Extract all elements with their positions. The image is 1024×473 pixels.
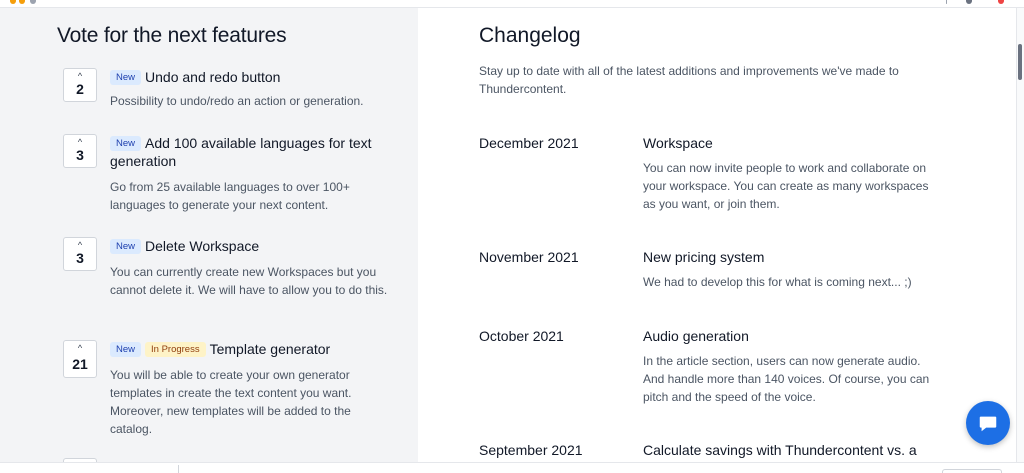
entry-date: October 2021 [479, 328, 564, 344]
new-badge: New [110, 136, 142, 151]
new-badge: New [110, 70, 142, 85]
tab-indicator [19, 0, 25, 4]
window-control [966, 0, 972, 4]
new-badge: New [110, 239, 142, 254]
entry-date: September 2021 [479, 442, 583, 458]
chevron-up-icon: ^ [77, 71, 83, 81]
entry-date: November 2021 [479, 249, 579, 265]
chevron-up-icon: ^ [77, 343, 83, 353]
upvote-button[interactable]: ^ 2 [63, 68, 97, 102]
new-badge: New [110, 342, 142, 357]
upvote-button[interactable]: ^ 3 [63, 134, 97, 168]
vote-count: 21 [72, 356, 88, 372]
feature-item: ^ 21 New In Progress Template generator Yo… [63, 340, 393, 438]
entry-title: Workspace [643, 135, 713, 151]
chat-launcher-button[interactable] [966, 401, 1010, 445]
entry-title: Audio generation [643, 328, 749, 344]
entry-date: December 2021 [479, 135, 579, 151]
entry-description: You can now invite people to work and co… [643, 161, 929, 211]
entry-description: We had to develop this for what is comin… [643, 275, 912, 289]
feature-title-row: New Undo and redo button [110, 68, 393, 86]
chat-bubble-icon [979, 416, 997, 432]
feature-title-row: New Delete Workspace [110, 237, 393, 255]
feature-description: Go from 25 available languages to over 1… [110, 180, 350, 212]
tab-indicator [10, 0, 16, 4]
scrollbar-thumb[interactable] [1018, 44, 1022, 80]
bottom-widget-partial [942, 469, 1002, 473]
feature-title-row: New In Progress Template generator [110, 340, 393, 358]
window-control [946, 0, 947, 4]
feature-item: ^ 2 New Undo and redo button Possibility … [63, 68, 393, 110]
upvote-button[interactable]: ^ 21 [63, 340, 97, 378]
changelog-intro: Stay up to date with all of the latest a… [479, 64, 899, 96]
divider [178, 465, 179, 473]
browser-top-strip [0, 0, 1024, 8]
feature-description: You will be able to create your own gene… [110, 368, 352, 436]
feature-title: Template generator [209, 341, 331, 357]
entry-title: New pricing system [643, 249, 765, 265]
vote-count: 3 [76, 250, 84, 266]
in-progress-badge: In Progress [145, 342, 206, 357]
feature-item: ^ 3 New Delete Workspace You can currentl… [63, 237, 393, 299]
feature-description: Possibility to undo/redo an action or ge… [110, 94, 364, 108]
feature-title: Delete Workspace [145, 238, 260, 254]
changelog-panel: Changelog Stay up to date with all of th… [418, 8, 1016, 462]
feature-description: You can currently create new Workspaces … [110, 265, 388, 297]
chevron-up-icon: ^ [77, 137, 83, 147]
feature-title-row: New Add 100 available languages for text … [110, 134, 393, 170]
feature-item: ^ 3 New Add 100 available languages for t… [63, 134, 393, 214]
feature-title: Add 100 available languages for text gen… [110, 135, 372, 169]
upvote-button[interactable]: ^ 3 [63, 237, 97, 271]
feature-title: Undo and redo button [145, 69, 281, 85]
vote-count: 2 [76, 81, 84, 97]
entry-title: Calculate savings with Thundercontent vs… [643, 442, 917, 458]
entry-description: In the article section, users can now ge… [643, 354, 930, 404]
chevron-up-icon: ^ [77, 240, 83, 250]
window-control [998, 0, 1004, 4]
feature-vote-panel: Vote for the next features ^ 2 New Undo a… [0, 8, 418, 462]
tab-indicator [30, 0, 36, 4]
vote-panel-title: Vote for the next features [57, 24, 287, 47]
browser-bottom-strip [0, 462, 1024, 473]
vote-count: 3 [76, 147, 84, 163]
changelog-title: Changelog [479, 24, 581, 47]
